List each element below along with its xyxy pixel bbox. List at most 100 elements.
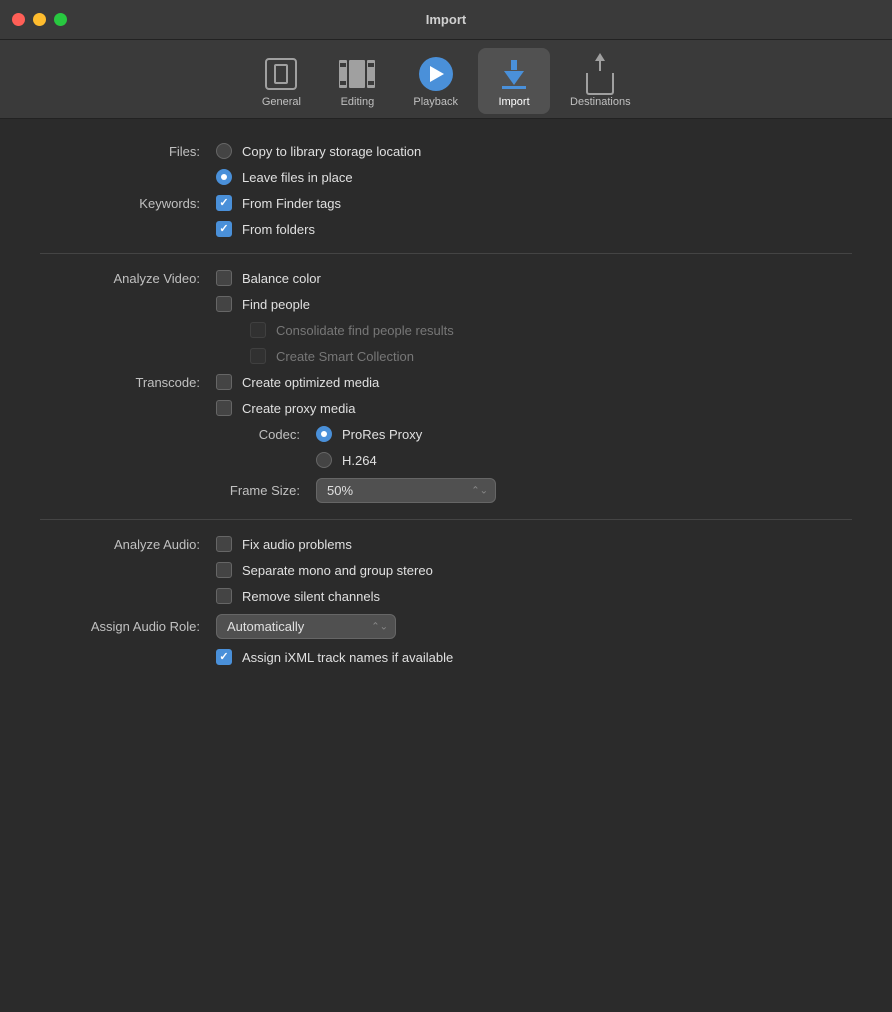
checkbox-create-optimized-media[interactable]: [216, 374, 232, 390]
analyze-video-row-consolidate: Consolidate find people results: [40, 322, 852, 338]
analyze-audio-label: Analyze Audio:: [40, 537, 200, 552]
assign-audio-role-label: Assign Audio Role:: [40, 619, 200, 634]
maximize-button[interactable]: [54, 13, 67, 26]
toolbar-label-editing: Editing: [341, 96, 375, 108]
assign-audio-role-select[interactable]: Automatically Dialogue Music Effects: [216, 614, 396, 639]
codec-prores-content: ProRes Proxy: [316, 426, 422, 442]
analyze-video-balance-label: Balance color: [242, 271, 321, 286]
toolbar-item-import[interactable]: Import: [478, 48, 550, 114]
general-icon: [261, 54, 301, 94]
toolbar-item-destinations[interactable]: Destinations: [554, 48, 647, 114]
checkbox-create-proxy-media[interactable]: [216, 400, 232, 416]
analyze-video-consolidate-label: Consolidate find people results: [276, 323, 454, 338]
keywords-finder-label: From Finder tags: [242, 196, 341, 211]
codec-section: Codec: ProRes Proxy H.264: [40, 426, 852, 468]
titlebar: Import: [0, 0, 892, 40]
toolbar-label-import: Import: [498, 96, 529, 108]
analyze-audio-fix-content: Fix audio problems: [216, 536, 352, 552]
codec-h264-label: H.264: [342, 453, 377, 468]
minimize-button[interactable]: [33, 13, 46, 26]
transcode-label: Transcode:: [40, 375, 200, 390]
assign-ixml-content: Assign iXML track names if available: [216, 649, 453, 665]
codec-row-h264: H.264: [40, 452, 852, 468]
analyze-video-row-smart-collection: Create Smart Collection: [40, 348, 852, 364]
analyze-audio-section: Analyze Audio: Fix audio problems Separa…: [40, 536, 852, 604]
analyze-audio-remove-content: Remove silent channels: [216, 588, 380, 604]
codec-row-prores: Codec: ProRes Proxy: [40, 426, 852, 442]
files-section: Files: Copy to library storage location …: [40, 143, 852, 185]
assign-audio-role-row: Assign Audio Role: Automatically Dialogu…: [40, 614, 852, 639]
toolbar-label-destinations: Destinations: [570, 96, 631, 108]
keywords-folders-content: From folders: [216, 221, 315, 237]
transcode-proxy-label: Create proxy media: [242, 401, 355, 416]
analyze-video-balance-content: Balance color: [216, 270, 321, 286]
analyze-video-consolidate-content: Consolidate find people results: [216, 322, 454, 338]
toolbar-item-editing[interactable]: Editing: [321, 48, 393, 114]
assign-audio-role-section: Assign Audio Role: Automatically Dialogu…: [40, 614, 852, 665]
checkbox-from-finder-tags[interactable]: [216, 195, 232, 211]
transcode-section: Transcode: Create optimized media Create…: [40, 374, 852, 416]
transcode-optimized-label: Create optimized media: [242, 375, 379, 390]
radio-copy-to-library[interactable]: [216, 143, 232, 159]
analyze-audio-remove-label: Remove silent channels: [242, 589, 380, 604]
checkbox-assign-ixml[interactable]: [216, 649, 232, 665]
keywords-row-finder: Keywords: From Finder tags: [40, 195, 852, 211]
analyze-video-smart-collection-label: Create Smart Collection: [276, 349, 414, 364]
analyze-audio-separate-label: Separate mono and group stereo: [242, 563, 433, 578]
radio-h264[interactable]: [316, 452, 332, 468]
close-button[interactable]: [12, 13, 25, 26]
files-copy-label: Copy to library storage location: [242, 144, 421, 159]
files-label: Files:: [40, 144, 200, 159]
frame-size-row: Frame Size: 25% 50% 75% 100%: [40, 478, 852, 503]
transcode-row-proxy: Create proxy media: [40, 400, 852, 416]
toolbar-item-general[interactable]: General: [245, 48, 317, 114]
analyze-audio-row-fix: Analyze Audio: Fix audio problems: [40, 536, 852, 552]
toolbar-label-general: General: [262, 96, 301, 108]
radio-prores-proxy[interactable]: [316, 426, 332, 442]
checkbox-consolidate-find-people[interactable]: [250, 322, 266, 338]
files-leave-content: Leave files in place: [216, 169, 353, 185]
assign-ixml-label: Assign iXML track names if available: [242, 650, 453, 665]
toolbar-item-playback[interactable]: Playback: [397, 48, 474, 114]
toolbar: General Editing Playback: [0, 40, 892, 119]
divider-1: [40, 253, 852, 254]
main-content: Files: Copy to library storage location …: [0, 119, 892, 1012]
checkbox-find-people[interactable]: [216, 296, 232, 312]
import-icon: [494, 54, 534, 94]
keywords-folders-label: From folders: [242, 222, 315, 237]
frame-size-select-wrapper: 25% 50% 75% 100%: [316, 478, 496, 503]
analyze-video-smart-collection-content: Create Smart Collection: [216, 348, 414, 364]
transcode-optimized-content: Create optimized media: [216, 374, 379, 390]
checkbox-separate-mono[interactable]: [216, 562, 232, 578]
divider-2: [40, 519, 852, 520]
files-row-copy: Files: Copy to library storage location: [40, 143, 852, 159]
assign-audio-role-content: Automatically Dialogue Music Effects: [216, 614, 396, 639]
editing-icon: [337, 54, 377, 94]
analyze-video-find-people-content: Find people: [216, 296, 310, 312]
traffic-lights: [12, 13, 67, 26]
playback-icon: [416, 54, 456, 94]
keywords-row-folders: From folders: [40, 221, 852, 237]
transcode-row-optimized: Transcode: Create optimized media: [40, 374, 852, 390]
files-row-leave: Leave files in place: [40, 169, 852, 185]
analyze-video-row-balance: Analyze Video: Balance color: [40, 270, 852, 286]
analyze-video-row-find-people: Find people: [40, 296, 852, 312]
analyze-audio-fix-label: Fix audio problems: [242, 537, 352, 552]
codec-prores-label: ProRes Proxy: [342, 427, 422, 442]
analyze-audio-row-remove: Remove silent channels: [40, 588, 852, 604]
toolbar-label-playback: Playback: [413, 96, 458, 108]
analyze-audio-separate-content: Separate mono and group stereo: [216, 562, 433, 578]
codec-h264-content: H.264: [316, 452, 377, 468]
checkbox-fix-audio-problems[interactable]: [216, 536, 232, 552]
keywords-section: Keywords: From Finder tags From folders: [40, 195, 852, 237]
frame-size-section: Frame Size: 25% 50% 75% 100%: [40, 478, 852, 503]
checkbox-balance-color[interactable]: [216, 270, 232, 286]
files-leave-label: Leave files in place: [242, 170, 353, 185]
window-title: Import: [426, 12, 466, 27]
frame-size-label: Frame Size:: [40, 483, 300, 498]
radio-leave-in-place[interactable]: [216, 169, 232, 185]
checkbox-create-smart-collection[interactable]: [250, 348, 266, 364]
checkbox-remove-silent-channels[interactable]: [216, 588, 232, 604]
frame-size-select[interactable]: 25% 50% 75% 100%: [316, 478, 496, 503]
checkbox-from-folders[interactable]: [216, 221, 232, 237]
